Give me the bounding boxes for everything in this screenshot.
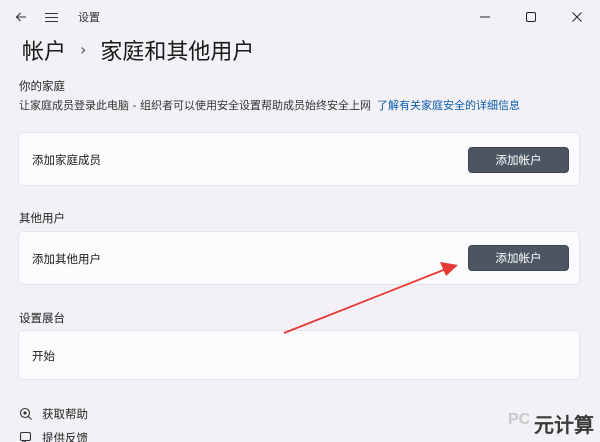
family-description: 让家庭成员登录此电脑 - 组织者可以使用安全设置帮助成员始终安全上网 了解有关家庭… (19, 97, 520, 113)
page-title: 家庭和其他用户 (100, 40, 255, 65)
settings-window: 设置 帐户 › 家庭和其他用户 你的家庭 让家庭成员登录此电脑 - 组织者可以使… (0, 0, 600, 442)
add-family-account-button[interactable]: 添加帐户 (468, 147, 569, 173)
minimize-icon (480, 16, 490, 18)
kiosk-start-label: 开始 (32, 349, 55, 363)
hamburger-menu-icon (44, 12, 58, 22)
back-button[interactable] (6, 0, 36, 34)
add-family-member-label: 添加家庭成员 (32, 153, 101, 167)
title-bar: 设置 (0, 0, 600, 34)
help-icon (18, 406, 34, 422)
watermark-prefix: PC (508, 411, 531, 428)
minimize-button[interactable] (462, 0, 508, 34)
window-controls (462, 0, 600, 34)
add-other-user-card: 添加其他用户 添加帐户 (18, 231, 580, 285)
app-title: 设置 (78, 11, 100, 24)
get-help-link[interactable]: 获取帮助 (18, 406, 88, 422)
add-other-account-button[interactable]: 添加帐户 (468, 245, 569, 271)
get-help-label: 获取帮助 (42, 407, 88, 421)
add-other-user-label: 添加其他用户 (32, 252, 101, 266)
add-family-member-card: 添加家庭成员 添加帐户 (18, 132, 580, 186)
give-feedback-link[interactable]: 提供反馈 (18, 430, 88, 442)
maximize-button[interactable] (508, 0, 554, 34)
kiosk-start-card[interactable]: 开始 (18, 330, 580, 380)
watermark-logo: PC 元计算 (506, 404, 594, 440)
family-safety-learn-more-link[interactable]: 了解有关家庭安全的详细信息 (377, 99, 520, 112)
kiosk-section-label: 设置展台 (19, 311, 65, 325)
watermark-text: 元计算 (534, 413, 594, 437)
family-section-label: 你的家庭 (19, 79, 65, 93)
navigation-menu-button[interactable] (36, 0, 66, 34)
chevron-right-icon: › (80, 39, 87, 59)
close-button[interactable] (554, 0, 600, 34)
maximize-icon (526, 12, 536, 22)
back-arrow-icon (15, 12, 26, 22)
breadcrumb: 帐户 › 家庭和其他用户 (22, 34, 254, 66)
give-feedback-label: 提供反馈 (42, 431, 88, 442)
other-users-section-label: 其他用户 (19, 211, 65, 225)
feedback-icon (18, 430, 34, 442)
close-icon (572, 12, 582, 22)
breadcrumb-parent[interactable]: 帐户 (22, 34, 66, 66)
family-description-text: 让家庭成员登录此电脑 - 组织者可以使用安全设置帮助成员始终安全上网 (19, 99, 371, 112)
